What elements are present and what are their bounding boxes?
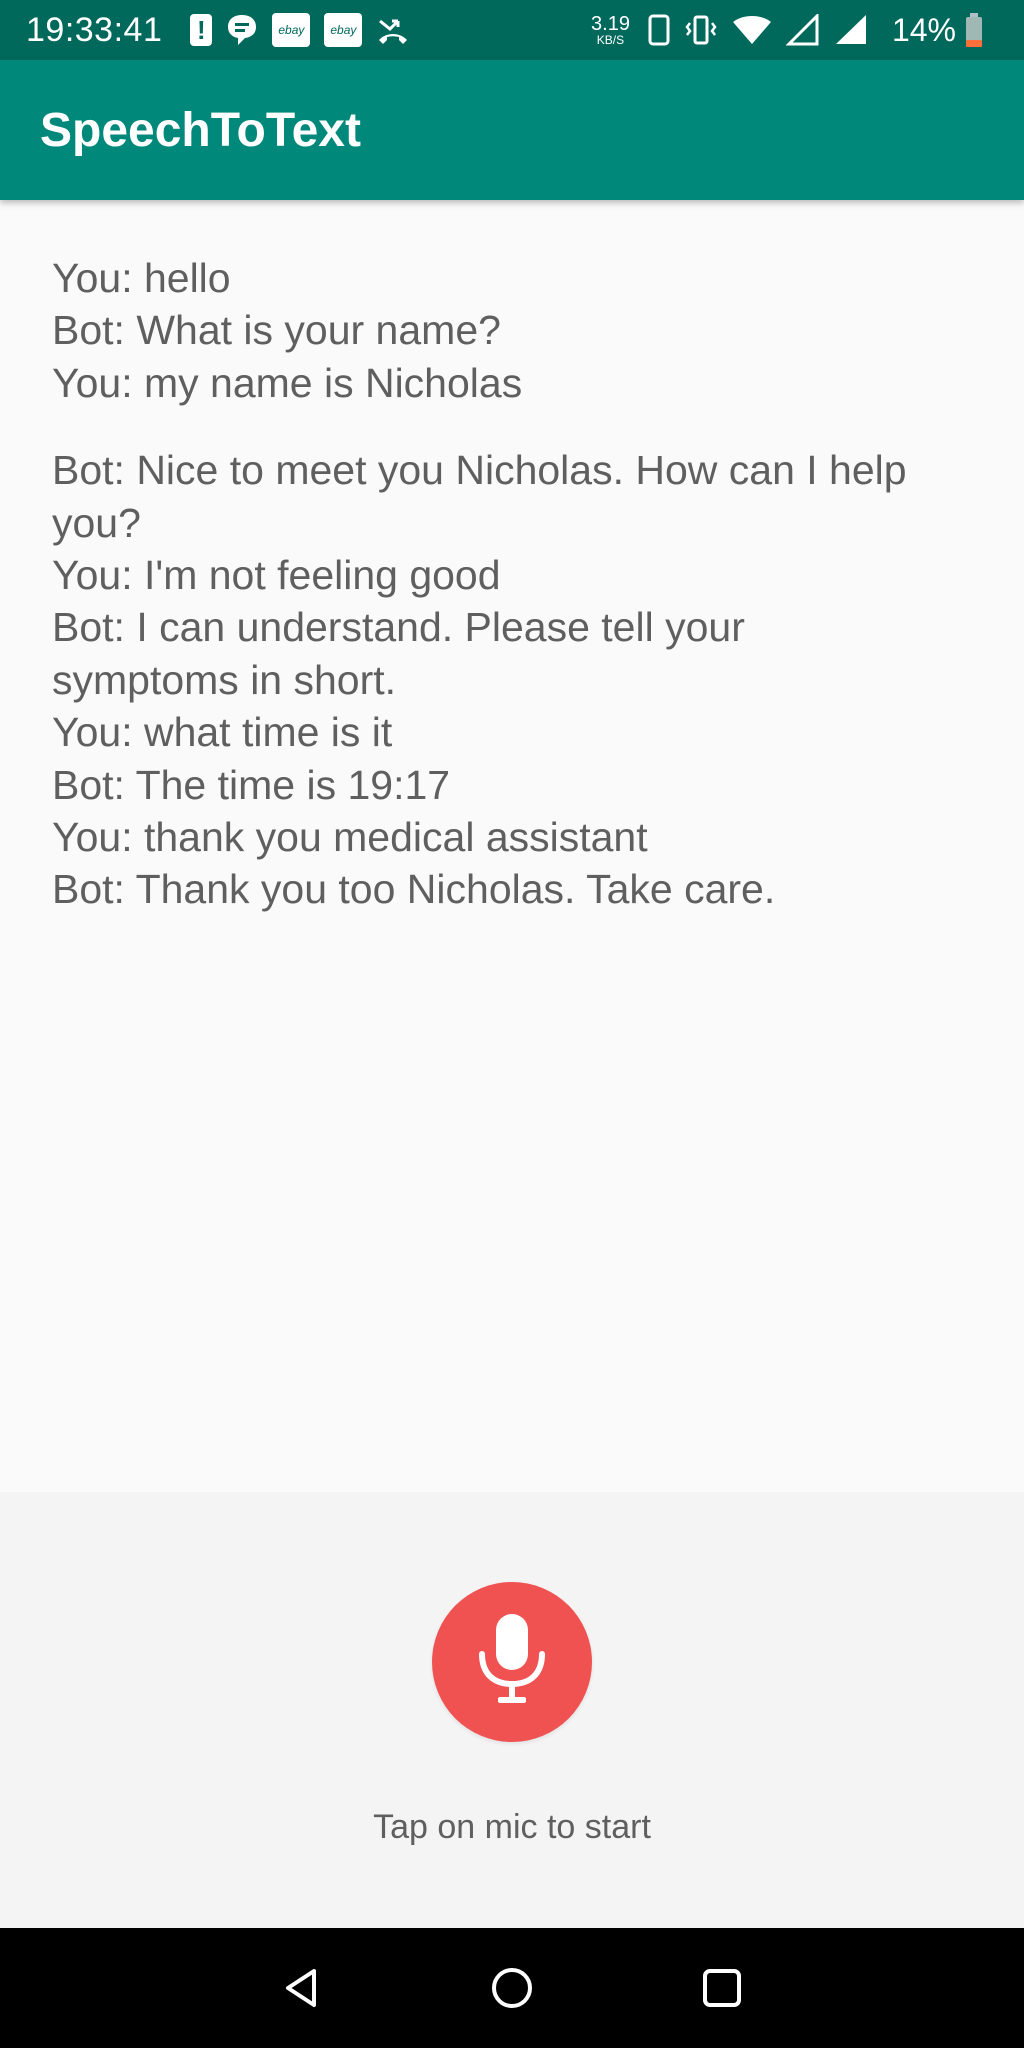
signal-icon (834, 14, 868, 46)
conversation-line: Bot: What is your name? (52, 307, 501, 354)
network-speed: 3.19 KB/S (591, 14, 630, 46)
conversation-line: You: my name is Nicholas (52, 359, 523, 406)
microphone-icon (474, 1612, 550, 1713)
conversation-line: you? (52, 499, 141, 546)
vibrate-icon (684, 14, 718, 46)
recents-icon[interactable] (692, 1958, 752, 2018)
conversation-blank-line (52, 409, 992, 444)
conversation-line: You: thank you medical assistant (52, 814, 648, 861)
phone-outline-icon (648, 14, 670, 46)
wifi-icon (732, 14, 772, 46)
network-speed-value: 3.19 (591, 13, 630, 35)
app-bar: SpeechToText (0, 60, 1024, 200)
conversation-line: You: hello (52, 255, 231, 301)
ebay-icon: ebay (324, 13, 363, 47)
battery-low-icon (964, 12, 984, 48)
alert-glyph: ! (190, 14, 213, 46)
message-icon (226, 13, 258, 47)
conversation-line: Bot: I can understand. Please tell your (52, 604, 745, 651)
status-right-group: 3.19 KB/S 14% (591, 12, 998, 49)
alert-icon: ! (190, 14, 213, 46)
navigation-bar (0, 1928, 1024, 2048)
conversation-line: You: what time is it (52, 709, 393, 756)
signal-icon (785, 14, 820, 46)
mic-button[interactable] (432, 1582, 592, 1742)
battery-percent: 14% (891, 11, 956, 48)
conversation-text: You: hello Bot: What is your name? You: … (52, 252, 992, 916)
network-speed-unit: KB/S (596, 33, 625, 47)
conversation-line: Bot: The time is 19:17 (52, 761, 451, 808)
missed-call-icon (376, 13, 410, 47)
status-bar: 19:33:41 ! ebay ebay 3.19 KB/S 14% (0, 0, 1024, 60)
home-icon[interactable] (482, 1958, 542, 2018)
ebay-label: ebay (324, 13, 363, 47)
app-title: SpeechToText (40, 103, 361, 157)
status-time: 19:33:41 (26, 10, 163, 49)
back-icon[interactable] (272, 1958, 332, 2018)
conversation-line: You: I'm not feeling good (52, 552, 501, 599)
conversation-line: symptoms in short. (52, 656, 397, 703)
conversation-line: Bot: Nice to meet you Nicholas. How can … (52, 447, 907, 494)
ebay-label: ebay (272, 13, 311, 47)
ebay-icon: ebay (272, 13, 311, 47)
conversation-line: Bot: Thank you too Nicholas. Take care. (52, 866, 776, 913)
mic-hint-text: Tap on mic to start (373, 1808, 651, 1846)
